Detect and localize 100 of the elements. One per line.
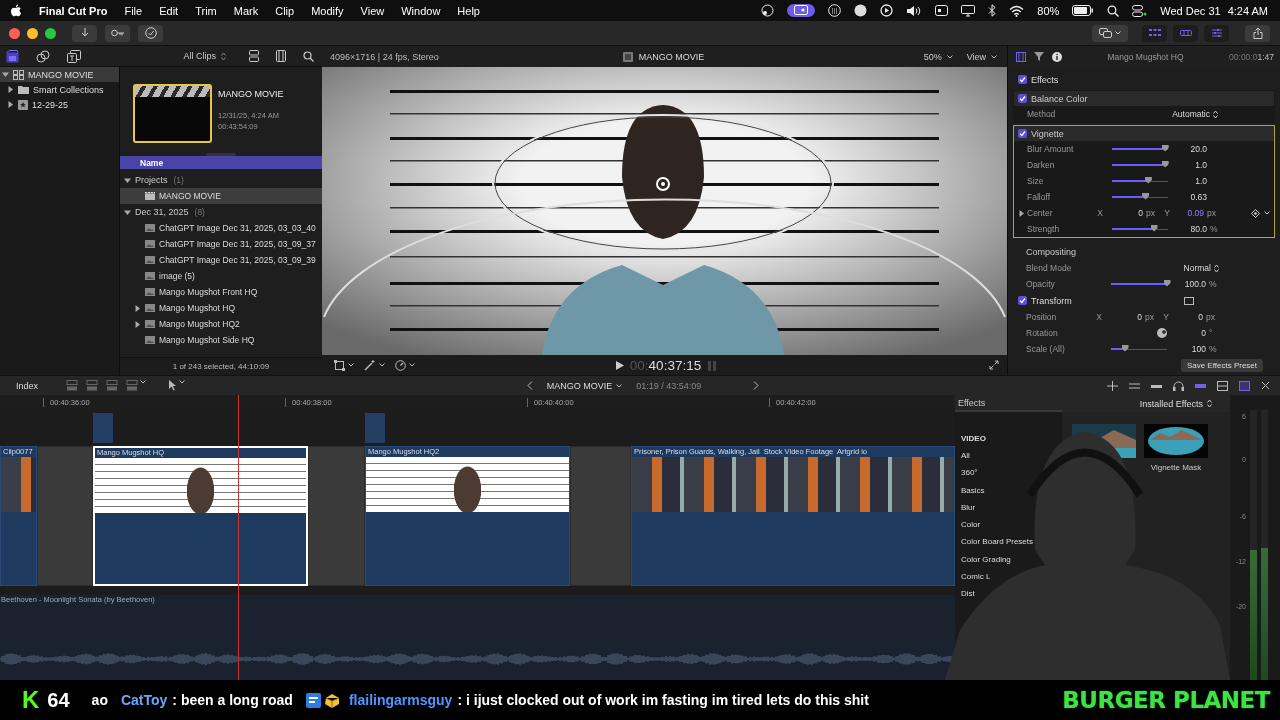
browser-row[interactable]: ChatGPT Image Dec 31, 2025, 03_03_40 <box>120 220 322 236</box>
arrow-pointer-icon[interactable] <box>168 380 177 391</box>
browser-row[interactable]: image (5) <box>120 268 322 284</box>
menu-item[interactable]: Modify <box>311 4 344 17</box>
titles-generators-icon[interactable] <box>67 49 81 63</box>
zoom-window-button[interactable] <box>45 27 56 39</box>
parameter-value[interactable]: 0 <box>1108 208 1143 218</box>
speech-bubbles-icon[interactable] <box>1099 28 1112 38</box>
person-screen-icon[interactable] <box>794 5 809 16</box>
effect-category[interactable]: Basics <box>961 481 985 499</box>
effect-category[interactable]: Color <box>961 516 981 534</box>
import-button[interactable] <box>72 24 97 42</box>
up-down-chevron-icon[interactable] <box>1207 399 1212 408</box>
library-item[interactable]: Smart Collections <box>0 82 119 97</box>
slider-thumb[interactable] <box>1142 192 1150 200</box>
wifi-icon[interactable] <box>1009 4 1025 17</box>
rotation-dial[interactable] <box>1157 328 1167 338</box>
circle-swirl-icon[interactable] <box>761 4 775 17</box>
chevron-down-icon[interactable] <box>946 54 953 59</box>
disclosure-triangle-icon[interactable] <box>124 176 131 184</box>
chevron-down-icon[interactable] <box>616 383 623 388</box>
up-down-chevron-icon[interactable] <box>221 51 226 61</box>
disclosure-triangle-icon[interactable] <box>2 71 9 78</box>
effect-category[interactable]: Dist <box>961 585 975 603</box>
playhead-timecode[interactable]: 00:40:37:15 <box>629 357 702 373</box>
chevron-down-icon[interactable] <box>1264 211 1270 215</box>
effect-category[interactable]: Comic L <box>961 568 991 586</box>
up-down-chevron-icon[interactable] <box>1213 109 1218 119</box>
filmstrip-icon[interactable] <box>276 50 286 62</box>
project-thumbnail[interactable] <box>133 84 212 143</box>
slider-thumb[interactable] <box>1121 344 1129 352</box>
minimize-window-button[interactable] <box>27 27 38 39</box>
effect-category[interactable]: 360° <box>961 464 978 482</box>
slider-thumb[interactable] <box>1161 160 1169 168</box>
info-icon[interactable] <box>1052 51 1062 62</box>
film-icon[interactable] <box>1016 51 1026 62</box>
control-center-icon[interactable] <box>1132 4 1148 17</box>
chevron-down-icon[interactable] <box>379 363 385 367</box>
overwrite-clip-icon[interactable] <box>126 380 139 391</box>
clip-appearance-icon[interactable] <box>1217 380 1228 391</box>
append-clip-icon[interactable] <box>106 380 119 391</box>
browser-row[interactable]: Mango Mugshot Front HQ <box>120 284 322 300</box>
down-arrow-icon[interactable] <box>80 28 89 38</box>
key-icon[interactable] <box>110 29 125 37</box>
effect-category[interactable]: All <box>961 447 970 465</box>
chevron-down-icon[interactable] <box>1115 31 1121 35</box>
disclosure-triangle-icon[interactable] <box>134 320 141 328</box>
effect-category[interactable]: Color Board Presets <box>961 533 1034 551</box>
checkbox[interactable] <box>1018 94 1027 103</box>
view-menu[interactable]: View <box>966 51 997 62</box>
headphones-icon[interactable] <box>1173 380 1184 391</box>
popup-menu[interactable]: Normal <box>1183 263 1219 273</box>
round-badge-icon[interactable] <box>854 4 868 17</box>
menu-item[interactable]: View <box>360 4 385 17</box>
menu-item[interactable]: Mark <box>233 4 259 17</box>
browser-row[interactable]: Mango Mugshot HQ <box>120 300 322 316</box>
browser-row[interactable]: Mango Mugshot HQ2 <box>120 316 322 332</box>
chat-username[interactable]: flailingarmsguy <box>348 692 453 708</box>
display-icon[interactable] <box>961 4 976 17</box>
column-header[interactable]: Name <box>120 156 322 169</box>
disclosure-triangle-icon[interactable] <box>134 304 141 312</box>
magic-wand-icon[interactable] <box>364 359 376 371</box>
parameter-value[interactable]: 20.0 <box>1168 144 1207 154</box>
menu-item[interactable]: Clip <box>275 4 295 17</box>
battery-icon[interactable] <box>1072 5 1095 16</box>
parameter-value[interactable]: 0 <box>1167 328 1206 338</box>
split-audio-icon[interactable] <box>1129 380 1140 391</box>
app-name[interactable]: Final Cut Pro <box>39 4 108 17</box>
browser-row[interactable]: ChatGPT Image Dec 31, 2025, 03_09_37 <box>120 236 322 252</box>
checkbox[interactable] <box>1018 75 1027 84</box>
apple-icon[interactable] <box>10 3 22 18</box>
connect-clip-icon[interactable] <box>66 380 79 391</box>
play-circle-icon[interactable] <box>880 4 894 17</box>
screen-share-indicator[interactable] <box>787 4 816 17</box>
effect-group[interactable]: Vignette Blur Amount 20.0 Darken 1.0 Size 1.0 Falloff 0.63 Center X 0 px Y 0.09 px Strength 80.0 % <box>1013 125 1275 238</box>
menu-bar-time[interactable]: 4:24 AM <box>1227 4 1268 17</box>
dot-grid-circle-icon[interactable] <box>828 4 842 17</box>
menu-item[interactable]: Edit <box>159 4 179 17</box>
menu-bar-date[interactable]: Wed Dec 31 <box>1160 4 1221 17</box>
chevron-down-icon[interactable] <box>348 363 354 367</box>
resize-handle[interactable] <box>206 153 236 156</box>
popup-menu[interactable]: Automatic <box>1172 109 1218 119</box>
parameter-value[interactable]: 100.0 <box>1167 279 1206 289</box>
menu-item[interactable]: Help <box>457 4 480 17</box>
library-item[interactable]: MANGO MOVIE <box>0 67 119 82</box>
chevron-down-icon[interactable] <box>991 54 997 59</box>
background-tasks-button[interactable] <box>138 24 163 42</box>
effect-thumbnail[interactable] <box>1144 424 1208 458</box>
connected-clip[interactable] <box>365 413 385 443</box>
chevron-down-icon[interactable] <box>140 380 147 384</box>
close-window-button[interactable] <box>9 27 20 39</box>
inspector-toggle-button[interactable] <box>1204 24 1229 42</box>
disclosure-triangle-icon[interactable] <box>1018 209 1025 217</box>
share-button[interactable] <box>1245 24 1270 42</box>
slider-thumb[interactable] <box>1161 144 1169 152</box>
slider-thumb[interactable] <box>1150 224 1158 232</box>
parameter-value[interactable]: 0 <box>1174 312 1203 322</box>
disclosure-triangle-icon[interactable] <box>7 86 14 93</box>
parameter-value[interactable]: 80.0 <box>1168 224 1207 234</box>
fullscreen-icon[interactable] <box>989 360 999 370</box>
